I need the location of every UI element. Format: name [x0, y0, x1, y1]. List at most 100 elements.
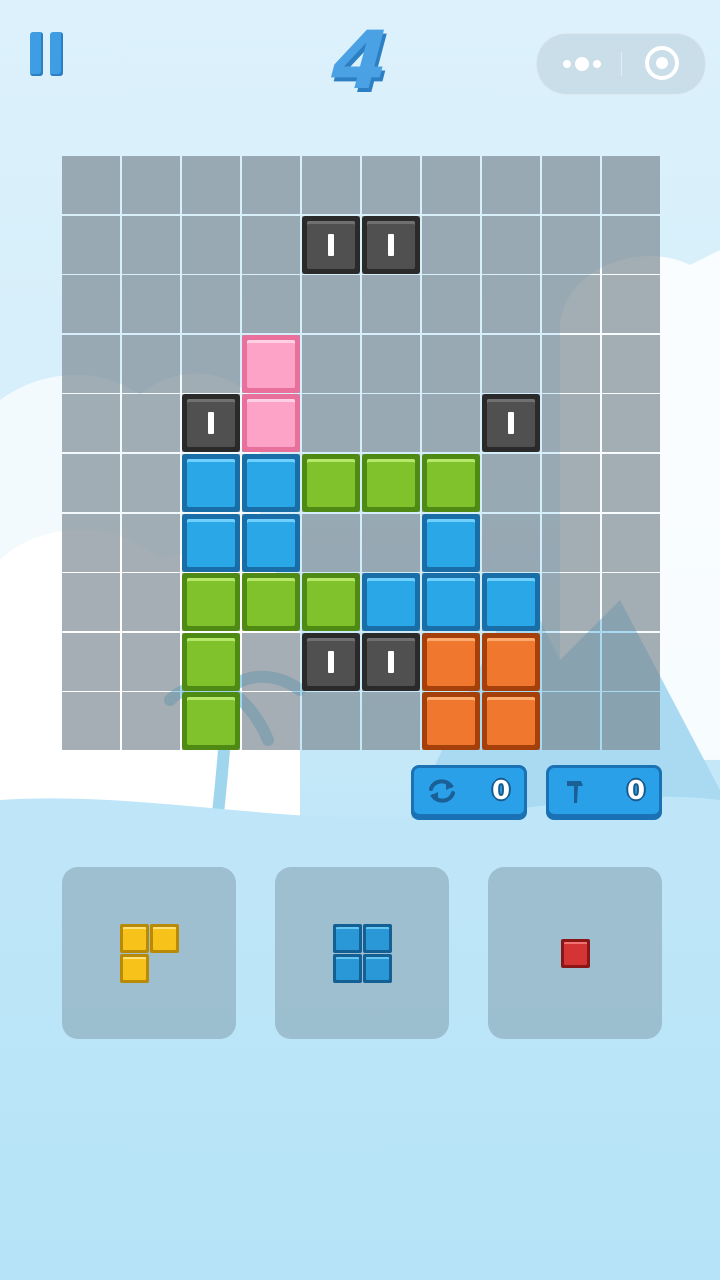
board-cell[interactable]	[62, 334, 120, 393]
hammer-button[interactable]: 0	[546, 765, 662, 817]
board-cell[interactable]	[542, 334, 600, 393]
board-cell[interactable]	[602, 573, 660, 632]
green-block	[362, 454, 420, 512]
blue-block	[422, 573, 480, 632]
board-cell[interactable]	[62, 573, 120, 632]
board-cell[interactable]	[422, 156, 480, 214]
board-cell[interactable]	[602, 513, 660, 572]
board-cell[interactable]	[482, 215, 540, 274]
board-cell[interactable]	[362, 513, 420, 572]
board-cell[interactable]	[302, 275, 360, 334]
board-cell[interactable]	[122, 513, 180, 572]
green-block	[302, 573, 360, 632]
board-cell[interactable]	[62, 215, 120, 274]
pause-button[interactable]	[26, 28, 70, 82]
board-cell[interactable]	[482, 334, 540, 393]
board-cell[interactable]	[122, 632, 180, 691]
board-cell[interactable]	[362, 394, 420, 453]
stone-block	[482, 394, 540, 453]
board-cell[interactable]	[302, 156, 360, 214]
board-cell[interactable]	[362, 156, 420, 214]
board-cell[interactable]	[302, 513, 360, 572]
stone-block	[302, 215, 360, 274]
board-cell[interactable]	[602, 394, 660, 453]
more-options-button[interactable]	[551, 44, 611, 84]
board-cell[interactable]	[62, 394, 120, 453]
piece-yellow-l-block	[119, 923, 149, 953]
board-cell[interactable]	[542, 513, 600, 572]
board-cell[interactable]	[242, 156, 300, 214]
board-cell[interactable]	[302, 394, 360, 453]
board-cell[interactable]	[302, 692, 360, 751]
piece-slot-1[interactable]	[62, 867, 236, 1039]
board-cell[interactable]	[482, 275, 540, 334]
stone-block	[362, 632, 420, 691]
game-board[interactable]	[62, 156, 662, 752]
board-cell[interactable]	[542, 156, 600, 214]
board-cell[interactable]	[122, 215, 180, 274]
piece-slot-2[interactable]	[275, 867, 449, 1039]
board-cell[interactable]	[482, 454, 540, 512]
board-cell[interactable]	[482, 156, 540, 214]
pink-block	[242, 394, 300, 453]
close-mini-program-button[interactable]	[645, 46, 679, 80]
board-cell[interactable]	[542, 454, 600, 512]
board-cell[interactable]	[302, 334, 360, 393]
board-cell[interactable]	[422, 275, 480, 334]
board-cell[interactable]	[62, 513, 120, 572]
board-cell[interactable]	[62, 692, 120, 751]
board-cell[interactable]	[182, 275, 240, 334]
board-cell[interactable]	[182, 334, 240, 393]
board-cell[interactable]	[362, 334, 420, 393]
board-cell[interactable]	[122, 454, 180, 512]
board-cell[interactable]	[122, 394, 180, 453]
board-cell[interactable]	[62, 454, 120, 512]
green-block	[302, 454, 360, 512]
board-cell[interactable]	[422, 394, 480, 453]
board-cell[interactable]	[182, 215, 240, 274]
board-cell[interactable]	[422, 334, 480, 393]
board-cell[interactable]	[542, 275, 600, 334]
board-cell[interactable]	[122, 334, 180, 393]
board-cell[interactable]	[602, 632, 660, 691]
board-cell[interactable]	[122, 156, 180, 214]
board-cell[interactable]	[62, 632, 120, 691]
board-cell[interactable]	[542, 215, 600, 274]
board-cell[interactable]	[182, 156, 240, 214]
board-cell[interactable]	[542, 692, 600, 751]
target-icon-dot	[656, 57, 668, 69]
board-cell[interactable]	[482, 513, 540, 572]
orange-block	[422, 692, 480, 751]
board-cell[interactable]	[602, 275, 660, 334]
blue-block	[422, 513, 480, 572]
board-cell[interactable]	[242, 215, 300, 274]
board-cell[interactable]	[362, 275, 420, 334]
board-cell[interactable]	[242, 692, 300, 751]
board-cell[interactable]	[122, 275, 180, 334]
board-cell[interactable]	[602, 156, 660, 214]
board-cell[interactable]	[62, 156, 120, 214]
piece-slot-3[interactable]	[488, 867, 662, 1039]
board-cell[interactable]	[602, 454, 660, 512]
orange-block	[482, 632, 540, 691]
board-cell[interactable]	[542, 573, 600, 632]
board-cell[interactable]	[602, 692, 660, 751]
board-cell[interactable]	[122, 573, 180, 632]
blue-block	[242, 454, 300, 512]
board-cell[interactable]	[62, 275, 120, 334]
board-cell[interactable]	[122, 692, 180, 751]
green-block	[182, 632, 240, 691]
refresh-pieces-button[interactable]: 0	[411, 765, 527, 817]
blue-block	[362, 573, 420, 632]
hammer-count: 0	[627, 776, 646, 806]
board-cell[interactable]	[542, 394, 600, 453]
more-dots-icon-right	[593, 60, 601, 68]
board-cell[interactable]	[542, 632, 600, 691]
board-cell[interactable]	[362, 692, 420, 751]
board-cell[interactable]	[602, 215, 660, 274]
board-cell[interactable]	[602, 334, 660, 393]
blue-block	[182, 513, 240, 572]
board-cell[interactable]	[242, 275, 300, 334]
board-cell[interactable]	[242, 632, 300, 691]
board-cell[interactable]	[422, 215, 480, 274]
